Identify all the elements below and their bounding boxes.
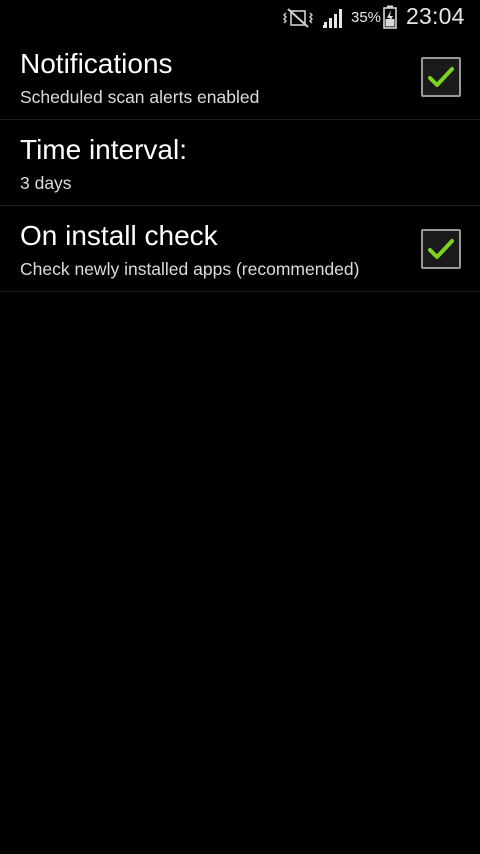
setting-summary: Check newly installed apps (recommended) — [20, 259, 360, 279]
checkmark-icon — [428, 67, 454, 87]
battery-percent: 35% — [351, 9, 382, 26]
setting-on-install-check[interactable]: On install check Check newly installed a… — [0, 206, 480, 292]
setting-summary: Scheduled scan alerts enabled — [20, 87, 260, 107]
setting-title: Time interval: — [20, 134, 188, 165]
setting-time-interval[interactable]: Time interval: 3 days — [0, 120, 480, 206]
settings-list: Notifications Scheduled scan alerts enab… — [0, 34, 480, 292]
battery-charging-icon — [383, 5, 397, 29]
setting-notifications[interactable]: Notifications Scheduled scan alerts enab… — [0, 34, 480, 120]
status-bar: 35% 23:04 — [0, 0, 480, 36]
setting-title: Notifications — [20, 48, 173, 79]
checkmark-icon — [428, 239, 454, 259]
on-install-check-checkbox[interactable] — [421, 229, 461, 269]
vibrate-mute-icon — [283, 8, 313, 28]
setting-title: On install check — [20, 220, 218, 251]
signal-strength-icon — [323, 9, 342, 28]
setting-summary: 3 days — [20, 173, 72, 193]
clock: 23:04 — [406, 3, 465, 29]
notifications-checkbox[interactable] — [421, 57, 461, 97]
